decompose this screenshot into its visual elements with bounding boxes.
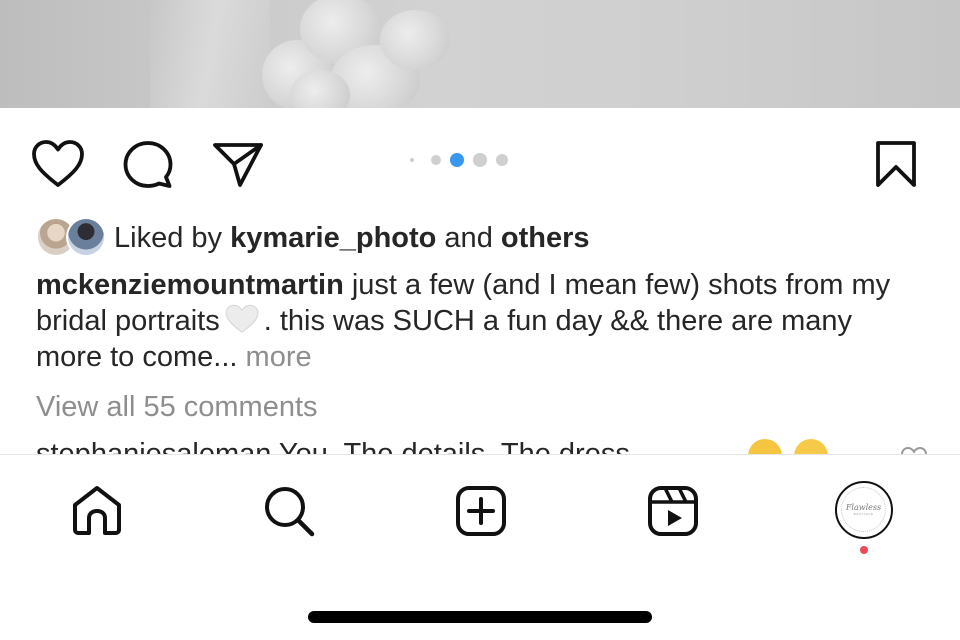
post-image[interactable]	[0, 0, 960, 108]
carousel-dot-active	[450, 153, 464, 167]
carousel-dot	[473, 153, 487, 167]
paper-plane-icon[interactable]	[212, 140, 264, 188]
liked-others[interactable]: others	[501, 222, 590, 254]
plus-square-icon[interactable]	[455, 485, 507, 537]
comment-preview[interactable]: stephaniesaleman You. The details. The d…	[36, 436, 936, 454]
liked-by-text: Liked by kymarie_photo and others	[114, 222, 590, 255]
white-heart-emoji-icon	[225, 304, 259, 333]
heart-icon[interactable]	[31, 139, 85, 189]
liker-avatar	[66, 217, 106, 257]
profile-tab-avatar[interactable]: Flawless BOUTIQUE	[835, 481, 893, 539]
comment-preview-text: stephaniesaleman You. The details. The d…	[36, 438, 638, 454]
smiling-emoji-icon	[794, 439, 828, 454]
profile-logo-text: Flawless	[845, 503, 882, 512]
home-indicator[interactable]	[308, 611, 652, 623]
caption-username[interactable]: mckenziemountmartin	[36, 269, 344, 301]
carousel-dot	[431, 155, 441, 165]
comment-like-heart-icon[interactable]	[900, 446, 928, 454]
bookmark-icon[interactable]	[874, 139, 918, 189]
reels-icon[interactable]	[647, 485, 699, 537]
caption-more-link[interactable]: more	[246, 341, 312, 373]
profile-logo: Flawless BOUTIQUE	[841, 487, 886, 532]
carousel-dot	[410, 158, 414, 162]
liked-joiner: and	[436, 222, 501, 254]
home-icon[interactable]	[70, 484, 124, 536]
liked-by-row[interactable]: Liked by kymarie_photo and others	[36, 217, 936, 261]
notification-dot	[860, 546, 868, 554]
liked-prefix: Liked by	[114, 222, 231, 254]
liker-username[interactable]: kymarie_photo	[230, 222, 436, 254]
profile-logo-subtext: BOUTIQUE	[853, 512, 874, 516]
search-icon[interactable]	[262, 484, 316, 538]
clapping-emoji-icon	[748, 439, 782, 454]
carousel-dot	[496, 154, 508, 166]
carousel-indicator	[408, 152, 518, 167]
view-all-comments-link[interactable]: View all 55 comments	[36, 391, 318, 424]
photo-flower	[380, 10, 450, 70]
comment-bubble-icon[interactable]	[122, 139, 174, 189]
post-caption: mckenziemountmartin just a few (and I me…	[36, 267, 916, 375]
photo-veil	[150, 0, 270, 108]
